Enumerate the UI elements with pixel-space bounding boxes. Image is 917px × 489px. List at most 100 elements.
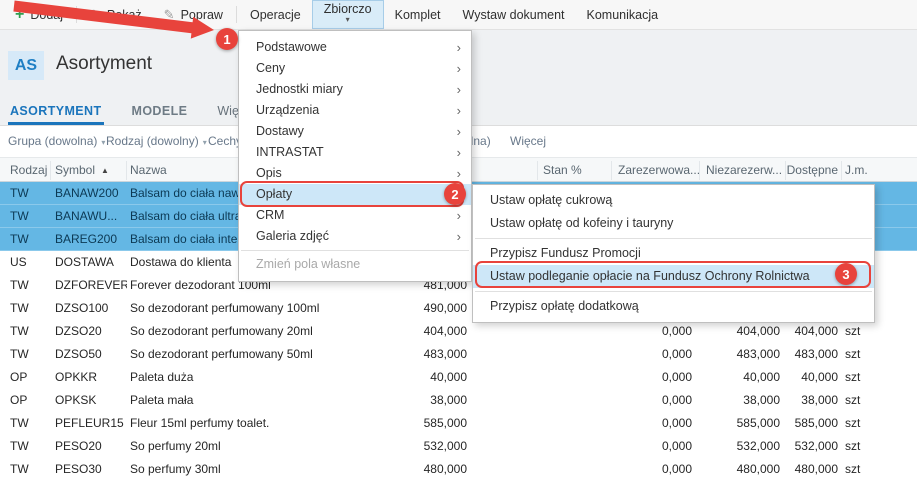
annotation-rect-oplaty bbox=[240, 181, 464, 207]
tab-modele[interactable]: MODELE bbox=[130, 98, 190, 125]
chevron-down-icon: ▾ bbox=[203, 138, 207, 147]
toolbar-button-operacje[interactable]: Operacje bbox=[239, 0, 312, 29]
chevron-down-icon: ▾ bbox=[346, 14, 350, 26]
toolbar-button-zbiorczo[interactable]: Zbiorczo ▾ bbox=[312, 0, 384, 29]
table-row-opkkr[interactable]: OPOPKKRPaleta duża40,0000,00040,00040,00… bbox=[0, 366, 917, 389]
cell-symbol: PEFLEUR15 bbox=[55, 412, 127, 435]
module-icon-as: AS bbox=[8, 51, 44, 80]
cell-zarez: 0,000 bbox=[618, 320, 692, 343]
cell-niezarez: 38,000 bbox=[706, 389, 780, 412]
cell-zarez: 0,000 bbox=[618, 412, 692, 435]
menu-item-podstawowe[interactable]: Podstawowe› bbox=[239, 37, 471, 58]
cell-nazwa: Paleta mała bbox=[130, 389, 402, 412]
cell-stan_proc bbox=[520, 435, 600, 458]
filter-rodzaj[interactable]: Rodzaj (dowolny)▾ bbox=[106, 134, 207, 148]
table-row-dzso50[interactable]: TWDZSO50So dezodorant perfumowany 50ml48… bbox=[0, 343, 917, 366]
cell-niezarez: 480,000 bbox=[706, 458, 780, 481]
menu-item-przypisz-opłatę-dodatkową[interactable]: Przypisz opłatę dodatkową bbox=[473, 295, 874, 318]
menu-item-intrastat[interactable]: INTRASTAT› bbox=[239, 142, 471, 163]
cell-stan_proc bbox=[520, 320, 600, 343]
cell-stan: 585,000 bbox=[405, 412, 467, 435]
menu-item-label: CRM bbox=[256, 208, 284, 222]
cell-nazwa: So dezodorant perfumowany 20ml bbox=[130, 320, 402, 343]
cell-zarez: 0,000 bbox=[618, 343, 692, 366]
toolbar-button-komunikacja[interactable]: Komunikacja bbox=[576, 0, 670, 29]
cell-nazwa: Fleur 15ml perfumy toalet. bbox=[130, 412, 402, 435]
submenu-chevron-icon: › bbox=[457, 79, 461, 100]
cell-stan: 404,000 bbox=[405, 320, 467, 343]
col-header-symbol[interactable]: Symbol▲ bbox=[55, 158, 135, 182]
toolbar-button-wystaw-dokument[interactable]: Wystaw dokument bbox=[452, 0, 576, 29]
cell-stan: 38,000 bbox=[405, 389, 467, 412]
zbiorczo-dropdown-menu: Podstawowe›Ceny›Jednostki miary›Urządzen… bbox=[238, 30, 472, 282]
toolbar-button-label: Operacje bbox=[250, 8, 301, 22]
submenu-chevron-icon: › bbox=[457, 226, 461, 247]
menu-item-ceny[interactable]: Ceny› bbox=[239, 58, 471, 79]
menu-item-crm[interactable]: CRM› bbox=[239, 205, 471, 226]
table-row-peso30[interactable]: TWPESO30So perfumy 30ml480,0000,000480,0… bbox=[0, 458, 917, 481]
cell-dostepne: 404,000 bbox=[788, 320, 838, 343]
table-row-peso20[interactable]: TWPESO20So perfumy 20ml532,0000,000532,0… bbox=[0, 435, 917, 458]
menu-item-ustaw-opłatę-od-kofeiny-i-tauryny[interactable]: Ustaw opłatę od kofeiny i tauryny bbox=[473, 212, 874, 235]
menu-item-jednostki-miary[interactable]: Jednostki miary› bbox=[239, 79, 471, 100]
menu-item-ustaw-opłatę-cukrową[interactable]: Ustaw opłatę cukrową bbox=[473, 189, 874, 212]
cell-stan_proc bbox=[520, 458, 600, 481]
sort-asc-icon: ▲ bbox=[101, 166, 109, 175]
cell-rodzaj: TW bbox=[10, 205, 52, 228]
table-row-pefleur15[interactable]: TWPEFLEUR15Fleur 15ml perfumy toalet.585… bbox=[0, 412, 917, 435]
cell-niezarez: 40,000 bbox=[706, 366, 780, 389]
cell-stan_proc bbox=[520, 412, 600, 435]
cell-stan_proc bbox=[520, 343, 600, 366]
cell-jm: szt bbox=[845, 320, 881, 343]
menu-item-label: Dostawy bbox=[256, 124, 304, 138]
cell-rodzaj: TW bbox=[10, 274, 52, 297]
cell-rodzaj: TW bbox=[10, 412, 52, 435]
col-header-zarezerwowane[interactable]: Zarezerwowa... bbox=[618, 158, 702, 182]
cell-symbol: BANAWU... bbox=[55, 205, 127, 228]
cell-symbol: PESO30 bbox=[55, 458, 127, 481]
annotation-arrow-1 bbox=[0, 0, 230, 46]
col-header-nazwa[interactable]: Nazwa bbox=[130, 158, 250, 182]
col-header-jm[interactable]: J.m. bbox=[845, 158, 881, 182]
cell-dostepne: 483,000 bbox=[788, 343, 838, 366]
cell-rodzaj: US bbox=[10, 251, 52, 274]
cell-dostepne: 585,000 bbox=[788, 412, 838, 435]
submenu-chevron-icon: › bbox=[457, 37, 461, 58]
filter-wiecej[interactable]: Więcej bbox=[510, 134, 546, 148]
tab-asortyment[interactable]: ASORTYMENT bbox=[8, 98, 104, 125]
filter-label: Więcej bbox=[510, 134, 546, 148]
cell-dostepne: 532,000 bbox=[788, 435, 838, 458]
menu-item-label: Ustaw opłatę od kofeiny i tauryny bbox=[490, 216, 673, 230]
cell-stan: 483,000 bbox=[405, 343, 467, 366]
cell-nazwa: So dezodorant perfumowany 50ml bbox=[130, 343, 402, 366]
col-header-rodzaj[interactable]: Rodzaj bbox=[10, 158, 54, 182]
cell-symbol: DOSTAWA bbox=[55, 251, 127, 274]
filter-grupa[interactable]: Grupa (dowolna) ▾ bbox=[8, 134, 105, 148]
cell-symbol: BANAW200 bbox=[55, 182, 127, 205]
cell-niezarez: 404,000 bbox=[706, 320, 780, 343]
filter-label: Grupa (dowolna) bbox=[8, 134, 97, 148]
cell-symbol: OPKKR bbox=[55, 366, 127, 389]
column-divider bbox=[50, 161, 51, 180]
cell-dostepne: 480,000 bbox=[788, 458, 838, 481]
toolbar-button-label: Komplet bbox=[395, 8, 441, 22]
table-row-dzso20[interactable]: TWDZSO20So dezodorant perfumowany 20ml40… bbox=[0, 320, 917, 343]
menu-item-urządzenia[interactable]: Urządzenia› bbox=[239, 100, 471, 121]
annotation-badge-1: 1 bbox=[216, 28, 238, 50]
toolbar-button-komplet[interactable]: Komplet bbox=[384, 0, 452, 29]
submenu-chevron-icon: › bbox=[457, 100, 461, 121]
col-header-stan-proc[interactable]: Stan % bbox=[543, 158, 603, 182]
toolbar-button-label: Komunikacja bbox=[587, 8, 659, 22]
cell-rodzaj: TW bbox=[10, 320, 52, 343]
menu-item-galeria-zdjęć[interactable]: Galeria zdjęć› bbox=[239, 226, 471, 247]
cell-rodzaj: OP bbox=[10, 389, 52, 412]
menu-separator bbox=[475, 238, 872, 239]
menu-item-dostawy[interactable]: Dostawy› bbox=[239, 121, 471, 142]
col-header-niezarezerwowane[interactable]: Niezarezerw... bbox=[706, 158, 790, 182]
chevron-down-icon: ▾ bbox=[101, 138, 105, 147]
cell-stan: 40,000 bbox=[405, 366, 467, 389]
toolbar-divider bbox=[236, 6, 237, 23]
col-header-dostepne[interactable]: Dostępne bbox=[780, 158, 838, 182]
table-row-opksk[interactable]: OPOPKSKPaleta mała38,0000,00038,00038,00… bbox=[0, 389, 917, 412]
cell-jm: szt bbox=[845, 412, 881, 435]
